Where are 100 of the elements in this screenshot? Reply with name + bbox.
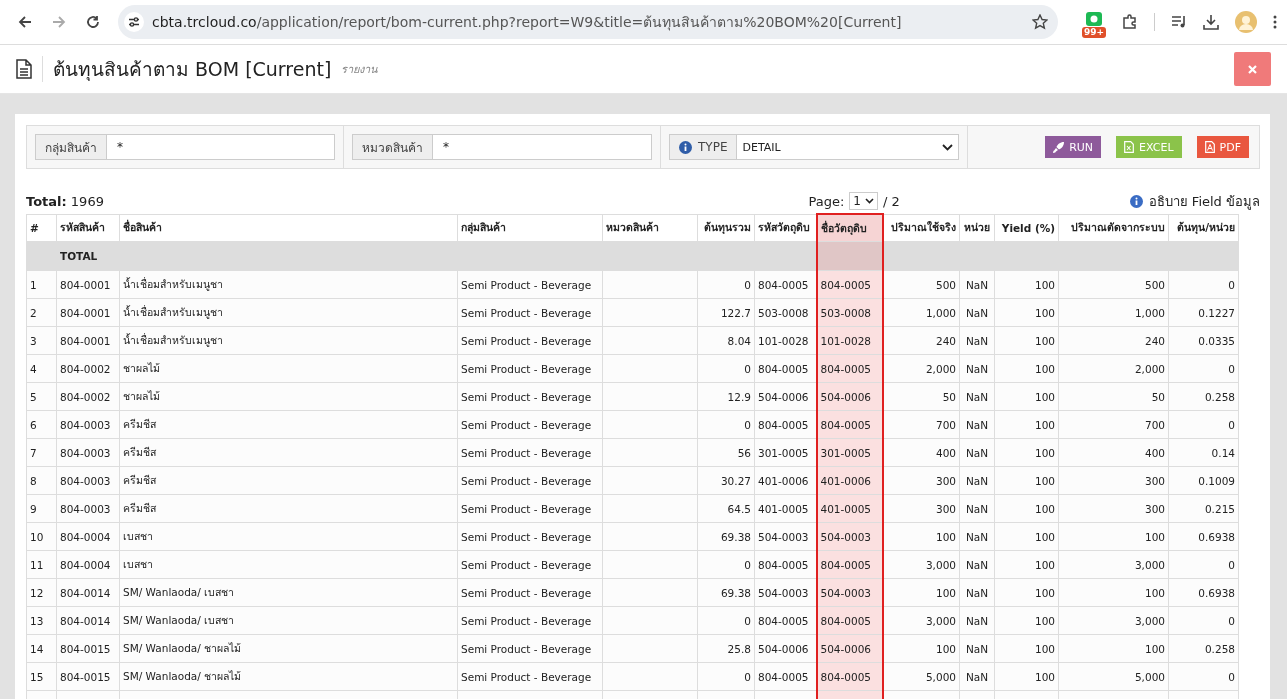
notification-badge: 99+ (1081, 27, 1106, 38)
column-header[interactable]: กลุ่มสินค้า (457, 214, 603, 242)
table-cell: Semi Product - Beverage (457, 606, 603, 635)
table-cell: SM/ Wanlaoda/ เบสชา (119, 578, 458, 607)
table-cell: 5 (26, 382, 57, 411)
site-info-icon[interactable] (124, 12, 144, 32)
table-cell: 13 (26, 606, 57, 635)
table-cell: 804-0014 (56, 606, 120, 635)
table-cell: ชาผลไม้ (119, 354, 458, 383)
table-cell: 8 (26, 466, 57, 495)
table-cell: 100 (994, 354, 1059, 383)
table-cell: 503-0008 (816, 298, 883, 327)
column-header[interactable]: Yield (%) (994, 214, 1059, 242)
table-cell: Semi Product - Beverage (457, 270, 603, 299)
table-cell: 804-0001 (56, 326, 120, 355)
chevron-down-icon (864, 198, 874, 204)
table-cell: Semi Product - Beverage (457, 410, 603, 439)
table-cell: เบสชา (119, 522, 458, 551)
table-cell: 3,000 (1058, 550, 1169, 579)
table-cell: 0.215 (1168, 494, 1239, 523)
run-button[interactable]: RUN (1045, 136, 1102, 158)
table-cell: 12 (26, 578, 57, 607)
table-cell: 0 (1168, 270, 1239, 299)
back-icon[interactable] (18, 15, 32, 29)
column-header[interactable]: ปริมาณตัดจากระบบ (1058, 214, 1169, 242)
table-cell: Semi Product - Beverage (457, 438, 603, 467)
column-header[interactable]: ต้นทุน/หน่วย (1168, 214, 1239, 242)
table-cell: SM/ Wanlaoda/ เบสชา (119, 606, 458, 635)
table-cell: 804-0003 (56, 466, 120, 495)
table-cell: น้ำเชื่อมสำหรับเมนูชา (119, 298, 458, 327)
table-cell: 504-0006 (816, 382, 883, 411)
table-cell: 101-0028 (754, 326, 817, 355)
table-cell: 0 (1168, 662, 1239, 691)
field-description-link[interactable]: อธิบาย Field ข้อมูล (1148, 190, 1260, 212)
extension-icon[interactable] (1085, 12, 1102, 26)
column-header[interactable]: หน่วย (959, 214, 995, 242)
puzzle-icon[interactable] (1122, 14, 1138, 30)
table-cell: 804-0005 (816, 662, 883, 691)
table-cell: 804-0005 (816, 354, 883, 383)
table-cell: 100 (1058, 634, 1169, 663)
download-icon[interactable] (1203, 14, 1219, 30)
column-header[interactable]: ชื่อวัตถุดิบ (816, 214, 883, 242)
table-cell: 804-0003 (56, 438, 120, 467)
table-cell: 100 (994, 466, 1059, 495)
table-cell: 14 (26, 634, 57, 663)
table-cell: 240 (882, 326, 960, 355)
column-header[interactable]: # (26, 214, 57, 242)
table-cell: 804-0015 (56, 634, 120, 663)
table-cell: 0.6938 (1168, 578, 1239, 607)
table-cell: 2 (26, 298, 57, 327)
table-cell: 804-0005 (754, 354, 817, 383)
total-row-label: TOTAL (56, 241, 120, 271)
address-bar[interactable]: cbta.trcloud.co/application/report/bom-current.php?report=W9&title=ต้นทุนสินค้าตาม%20BOM%20[Current] (118, 5, 1058, 39)
table-cell: 100 (994, 298, 1059, 327)
table-cell: 804-0005 (816, 270, 883, 299)
table-cell: 504-0003 (816, 578, 883, 607)
table-cell: 400 (882, 438, 960, 467)
table-cell: 3,000 (882, 606, 960, 635)
table-cell: 400 (1058, 438, 1169, 467)
column-header[interactable]: รหัสสินค้า (56, 214, 120, 242)
table-cell: 503-0008 (754, 298, 817, 327)
table-cell: 804-0014 (56, 578, 120, 607)
table-cell: 10 (26, 522, 57, 551)
page-select[interactable]: 1 (849, 192, 878, 210)
table-cell: น้ำเชื่อมสำหรับเมนูชา (119, 270, 458, 299)
table-cell: 100 (994, 382, 1059, 411)
table-cell: 504-0003 (754, 578, 817, 607)
table-cell: 804-0004 (56, 522, 120, 551)
table-cell: 3,000 (1058, 606, 1169, 635)
pdf-file-icon (1204, 141, 1215, 153)
table-cell: 804-0001 (56, 298, 120, 327)
media-icon[interactable] (1171, 15, 1187, 29)
table-cell: 3,000 (882, 550, 960, 579)
table-cell: 50 (1058, 382, 1169, 411)
table-cell: 0.1227 (1168, 298, 1239, 327)
table-cell: 100 (994, 550, 1059, 579)
table-cell: 804-0002 (56, 382, 120, 411)
table-cell: 401-0005 (816, 494, 883, 523)
table-cell: 804-0005 (816, 410, 883, 439)
table-cell: SM/ Wanlaoda/ ชาผลไม้ (119, 662, 458, 691)
info-icon (1129, 194, 1143, 208)
column-header[interactable]: หมวดสินค้า (602, 214, 698, 242)
column-header[interactable]: รหัสวัตถุดิบ (754, 214, 817, 242)
table-cell: 804-0005 (754, 550, 817, 579)
table-cell: 100 (1058, 522, 1169, 551)
menu-icon[interactable] (1273, 15, 1277, 29)
pdf-button[interactable]: PDF (1196, 136, 1249, 158)
reload-icon[interactable] (86, 15, 100, 29)
column-header[interactable]: ชื่อสินค้า (119, 214, 458, 242)
column-header[interactable]: ปริมาณใช้จริง (882, 214, 960, 242)
table-cell: 0.14 (1168, 438, 1239, 467)
table-cell: 0 (1168, 606, 1239, 635)
table-cell: 100 (994, 606, 1059, 635)
table-cell: 15 (26, 662, 57, 691)
table-cell: Semi Product - Beverage (457, 522, 603, 551)
bookmark-star-icon[interactable] (1031, 14, 1048, 30)
table-cell: 1,000 (1058, 298, 1169, 327)
table-cell: 804-0015 (56, 662, 120, 691)
table-cell: 504-0003 (754, 522, 817, 551)
column-header[interactable]: ต้นทุนรวม (697, 214, 755, 242)
